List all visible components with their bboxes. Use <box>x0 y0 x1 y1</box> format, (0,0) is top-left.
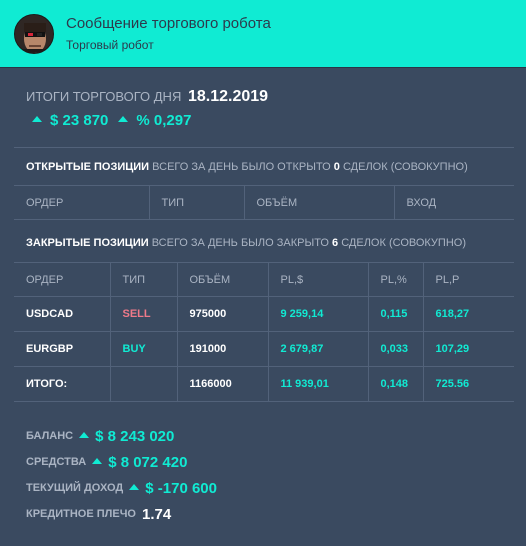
income-label: ТЕКУЩИЙ ДОХОД <box>26 482 124 494</box>
income-value: $ -170 600 <box>145 479 217 497</box>
message-header: Сообщение торгового робота Торговый робо… <box>0 0 526 68</box>
volume-cell: 975000 <box>176 296 268 332</box>
column-header: ТИП <box>148 185 244 220</box>
equity-value: $ 8 072 420 <box>108 453 188 471</box>
open-positions-title: ОТКРЫТЫЕ ПОЗИЦИИ ВСЕГО ЗА ДЕНЬ БЫЛО ОТКР… <box>26 161 468 173</box>
type-cell: SELL <box>109 296 177 332</box>
column-header: PL,% <box>367 262 423 297</box>
summary-label: ИТОГИ ТОРГОВОГО ДНЯ <box>26 89 182 104</box>
column-header: ТИП <box>109 262 177 297</box>
open-positions-table: ОРДЕР ТИП ОБЪЁМ ВХОД <box>14 185 514 220</box>
total-pl-usd-cell: 11 939,01 <box>267 366 368 402</box>
total-label-cell: ИТОГО: <box>14 366 110 402</box>
balance-value: $ 8 243 020 <box>95 427 175 445</box>
account-stats: БАЛАНС $ 8 243 020 СРЕДСТВА $ 8 072 420 … <box>26 423 217 527</box>
column-header: ОБЪЁМ <box>243 185 394 220</box>
total-row: ИТОГО: 1166000 11 939,01 0,148 725.56 <box>14 366 514 402</box>
total-type-cell <box>109 366 177 402</box>
column-header: PL,P <box>422 262 514 297</box>
header-title: Сообщение торгового робота <box>66 15 271 32</box>
balance-stat: БАЛАНС $ 8 243 020 <box>26 423 217 449</box>
table-row: EURGBP BUY 191000 2 679,87 0,033 107,29 <box>14 331 514 367</box>
summary-percent: % 0,297 <box>136 112 192 129</box>
up-arrow-icon <box>129 484 140 490</box>
equity-label: СРЕДСТВА <box>26 456 87 468</box>
income-stat: ТЕКУЩИЙ ДОХОД $ -170 600 <box>26 475 217 501</box>
column-header: ОБЪЁМ <box>176 262 268 297</box>
table-row: USDCAD SELL 975000 9 259,14 0,115 618,27 <box>14 296 514 332</box>
volume-cell: 191000 <box>176 331 268 367</box>
avatar <box>14 14 54 54</box>
total-pl-percent-cell: 0,148 <box>367 366 423 402</box>
total-pl-points-cell: 725.56 <box>422 366 514 402</box>
order-cell: USDCAD <box>14 296 110 332</box>
pl-points-cell: 618,27 <box>422 296 514 332</box>
equity-stat: СРЕДСТВА $ 8 072 420 <box>26 449 217 475</box>
pl-usd-cell: 9 259,14 <box>267 296 368 332</box>
column-header: ОРДЕР <box>14 262 110 297</box>
order-cell: EURGBP <box>14 331 110 367</box>
pl-points-cell: 107,29 <box>422 331 514 367</box>
divider <box>14 147 514 148</box>
pl-percent-cell: 0,115 <box>367 296 423 332</box>
leverage-label: КРЕДИТНОЕ ПЛЕЧО <box>26 508 136 520</box>
summary-date: 18.12.2019 <box>187 88 269 105</box>
pl-percent-cell: 0,033 <box>367 331 423 367</box>
balance-label: БАЛАНС <box>26 430 74 442</box>
summary-profit: $ 23 870 <box>50 112 109 129</box>
closed-positions-title: ЗАКРЫТЫЕ ПОЗИЦИИ ВСЕГО ЗА ДЕНЬ БЫЛО ЗАКР… <box>26 237 466 249</box>
leverage-value: 1.74 <box>142 505 172 523</box>
type-cell: BUY <box>109 331 177 367</box>
column-header: ВХОД <box>393 185 514 220</box>
up-arrow-icon <box>92 458 103 464</box>
pl-usd-cell: 2 679,87 <box>267 331 368 367</box>
up-arrow-icon <box>32 116 42 123</box>
day-summary: ИТОГИ ТОРГОВОГО ДНЯ 18.12.2019 $ 23 870%… <box>26 88 268 129</box>
leverage-stat: КРЕДИТНОЕ ПЛЕЧО 1.74 <box>26 501 217 527</box>
table-header-row: ОРДЕР ТИП ОБЪЁМ ВХОД <box>14 185 514 220</box>
total-volume-cell: 1166000 <box>176 366 268 402</box>
closed-positions-table: ОРДЕР ТИП ОБЪЁМ PL,$ PL,% PL,P USDCAD SE… <box>14 262 514 402</box>
column-header: PL,$ <box>267 262 368 297</box>
up-arrow-icon <box>118 116 129 123</box>
column-header: ОРДЕР <box>14 185 149 220</box>
header-subtitle: Торговый робот <box>66 38 154 52</box>
up-arrow-icon <box>79 432 90 438</box>
table-header-row: ОРДЕР ТИП ОБЪЁМ PL,$ PL,% PL,P <box>14 262 514 297</box>
